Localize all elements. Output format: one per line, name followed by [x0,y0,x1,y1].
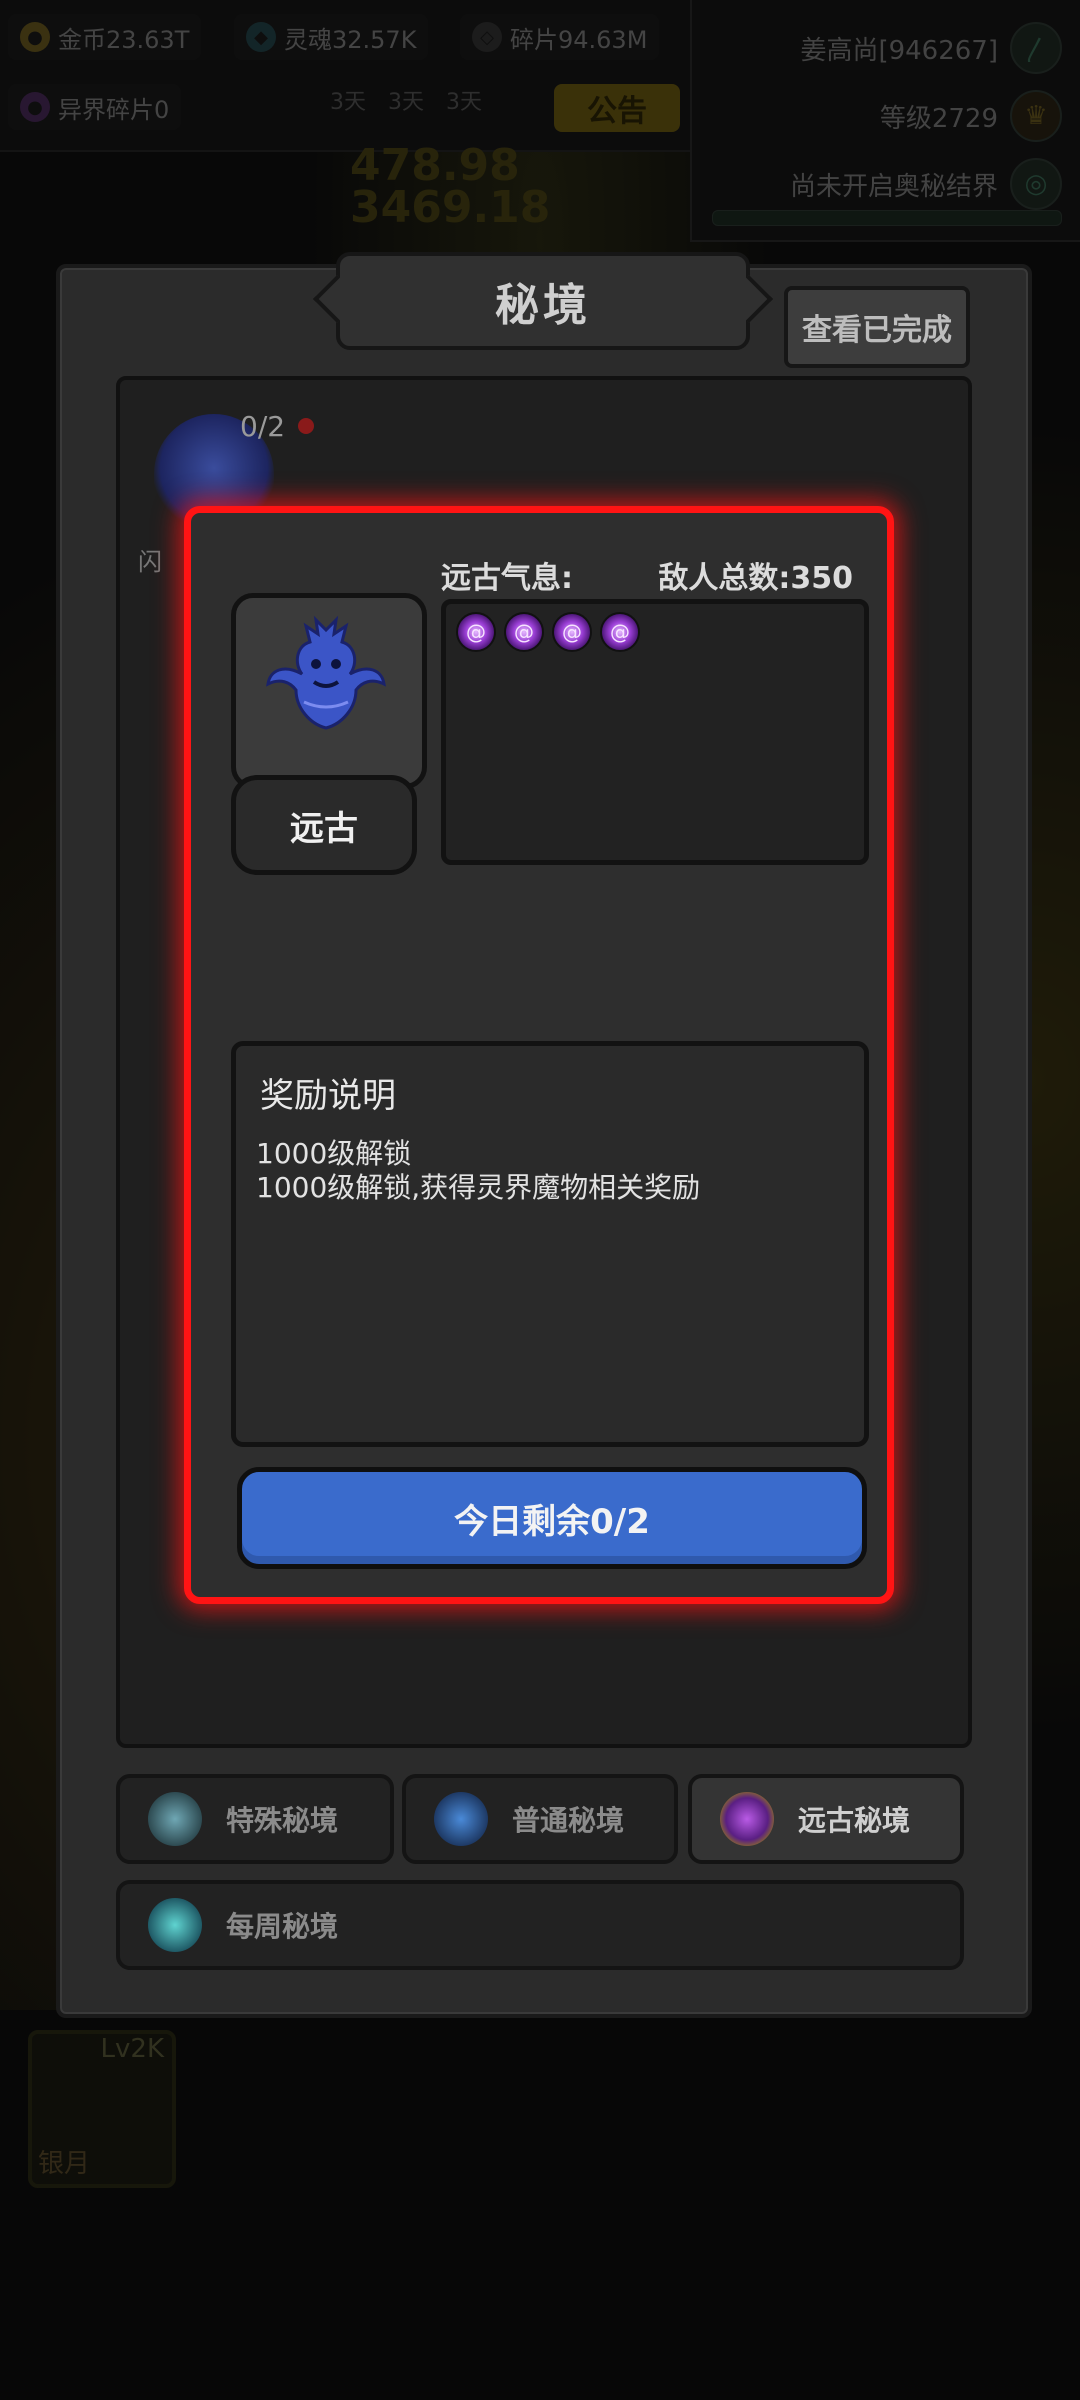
dialog-title: 秘境 [495,280,591,331]
view-completed-button[interactable]: 查看已完成 [784,286,970,368]
dungeon-detail-popup: 远古气息: 敌人总数:350 远古 @ @ @ @ 奖励说明 1000级解锁 1… [184,506,894,1604]
purple-portal-icon [710,1782,784,1856]
vortex-icon: @ [600,612,640,652]
blue-portal-icon [424,1782,498,1856]
teal-gate-icon [138,1888,212,1962]
tab-weekly-realm[interactable]: 每周秘境 [116,1880,964,1970]
monster-type-badge: 远古 [231,775,417,875]
notification-dot [298,418,314,434]
monster-portrait [231,593,427,789]
vortex-icon: @ [456,612,496,652]
aura-label: 远古气息: [441,561,573,596]
dungeon-caption: 闪 [138,548,162,576]
remaining-attempts-button[interactable]: 今日剩余0/2 [237,1467,867,1569]
aura-box: @ @ @ @ [441,599,869,865]
reward-line-2: 1000级解锁,获得灵界魔物相关奖励 [256,1171,701,1204]
crystal-rock-icon [138,1782,212,1856]
reward-description-box: 奖励说明 1000级解锁 1000级解锁,获得灵界魔物相关奖励 [231,1041,869,1447]
enemy-total: 敌人总数:350 [658,561,853,596]
vortex-icon: @ [504,612,544,652]
vortex-icon: @ [552,612,592,652]
reward-title: 奖励说明 [260,1076,396,1116]
tab-special-realm[interactable]: 特殊秘境 [116,1774,394,1864]
blue-ghost-icon [266,615,386,730]
tab-normal-realm[interactable]: 普通秘境 [402,1774,678,1864]
aura-icons: @ @ @ @ [456,612,640,652]
tab-ancient-realm[interactable]: 远古秘境 [688,1774,964,1864]
dungeon-attempt-count: 0/2 [240,410,286,443]
dialog-title-plate: 秘境 [336,252,750,350]
